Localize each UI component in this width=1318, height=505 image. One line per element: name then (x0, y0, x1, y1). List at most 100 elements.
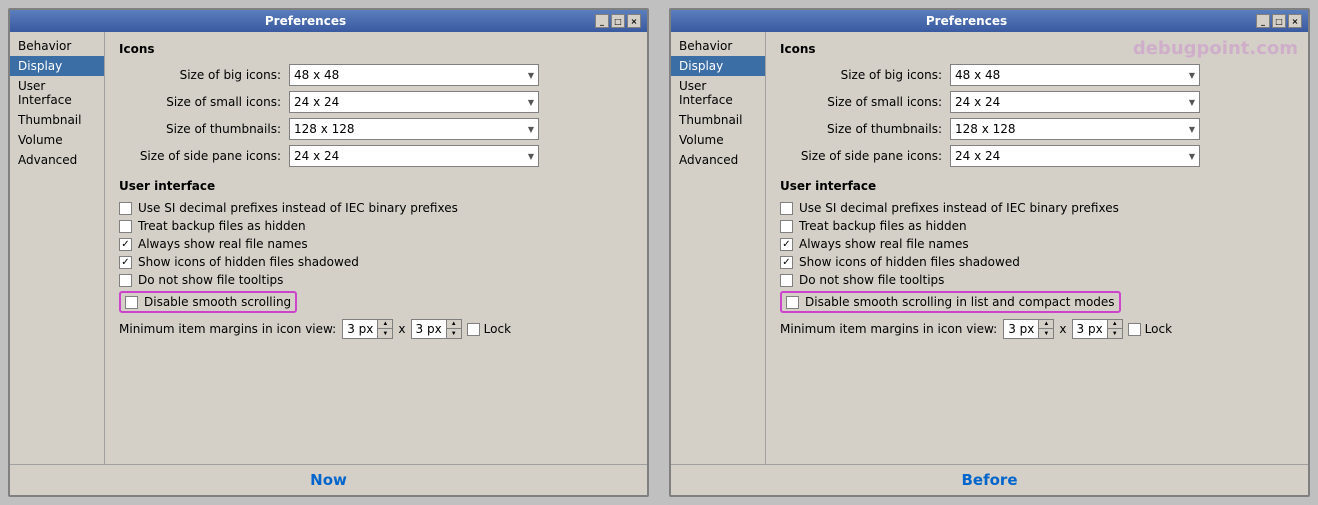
now-lock-row: Lock (467, 322, 511, 336)
now-select-small-icons-arrow: ▼ (528, 98, 534, 107)
now-select-thumbnails[interactable]: 128 x 128 ▼ (289, 118, 539, 140)
minimize-button[interactable]: _ (595, 14, 609, 28)
now-highlight-box: Disable smooth scrolling (119, 291, 297, 313)
before-checkbox-hidden-shadow-box[interactable] (780, 256, 793, 269)
now-checkbox-smooth-row: Disable smooth scrolling (119, 291, 633, 313)
before-label-big-icons: Size of big icons: (780, 68, 950, 82)
now-checkbox-hidden-shadow-label: Show icons of hidden files shadowed (138, 255, 359, 269)
now-checkbox-smooth-box[interactable] (125, 296, 138, 309)
now-select-side-pane[interactable]: 24 x 24 ▼ (289, 145, 539, 167)
now-select-small-icons[interactable]: 24 x 24 ▼ (289, 91, 539, 113)
before-title: Preferences (677, 14, 1256, 28)
maximize-button[interactable]: □ (611, 14, 625, 28)
now-checkbox-si-box[interactable] (119, 202, 132, 215)
now-window: Preferences _ □ × Behavior Display User … (8, 8, 649, 497)
now-field-small-icons: Size of small icons: 24 x 24 ▼ (119, 91, 633, 113)
now-spin1-down[interactable]: ▼ (378, 329, 392, 338)
before-sidebar-item-behavior[interactable]: Behavior (671, 36, 765, 56)
before-checkbox-backup: Treat backup files as hidden (780, 219, 1294, 233)
before-label-small-icons: Size of small icons: (780, 95, 950, 109)
sidebar-item-volume[interactable]: Volume (10, 130, 104, 150)
before-checkbox-smooth-box[interactable] (786, 296, 799, 309)
main-container: Preferences _ □ × Behavior Display User … (0, 0, 1318, 505)
now-lock-label: Lock (484, 322, 511, 336)
close-button[interactable]: × (627, 14, 641, 28)
now-spin2-arrows: ▲ ▼ (446, 320, 461, 338)
before-select-thumbnails-arrow: ▼ (1189, 125, 1195, 134)
before-titlebar: Preferences _ □ × (671, 10, 1308, 32)
now-checkbox-real-names-label: Always show real file names (138, 237, 308, 251)
before-titlebar-buttons[interactable]: _ □ × (1256, 14, 1302, 28)
before-label-thumbnails: Size of thumbnails: (780, 122, 950, 136)
now-checkbox-si-label: Use SI decimal prefixes instead of IEC b… (138, 201, 458, 215)
before-checkbox-tooltips-label: Do not show file tooltips (799, 273, 944, 287)
before-select-big-icons[interactable]: 48 x 48 ▼ (950, 64, 1200, 86)
now-spin2-down[interactable]: ▼ (447, 329, 461, 338)
before-checkbox-real-names-label: Always show real file names (799, 237, 969, 251)
before-checkbox-tooltips: Do not show file tooltips (780, 273, 1294, 287)
now-x-label: x (398, 322, 405, 336)
before-spin1[interactable]: 3 px ▲ ▼ (1003, 319, 1054, 339)
sidebar-item-behavior[interactable]: Behavior (10, 36, 104, 56)
before-field-big-icons: Size of big icons: 48 x 48 ▼ (780, 64, 1294, 86)
now-icons-section: Icons Size of big icons: 48 x 48 ▼ Size … (119, 42, 633, 167)
sidebar-item-advanced[interactable]: Advanced (10, 150, 104, 170)
before-checkbox-si: Use SI decimal prefixes instead of IEC b… (780, 201, 1294, 215)
now-spin2-value: 3 px (412, 322, 446, 336)
now-checkbox-tooltips-box[interactable] (119, 274, 132, 287)
before-sidebar-item-display[interactable]: Display (671, 56, 765, 76)
before-spin2-up[interactable]: ▲ (1108, 320, 1122, 329)
now-margins-row: Minimum item margins in icon view: 3 px … (119, 319, 633, 339)
before-close-button[interactable]: × (1288, 14, 1302, 28)
now-label-side-pane: Size of side pane icons: (119, 149, 289, 163)
now-select-big-icons[interactable]: 48 x 48 ▼ (289, 64, 539, 86)
sidebar-item-thumbnail[interactable]: Thumbnail (10, 110, 104, 130)
before-spin2[interactable]: 3 px ▲ ▼ (1072, 319, 1123, 339)
before-icons-section: Icons Size of big icons: 48 x 48 ▼ Size … (780, 42, 1294, 167)
now-spin2-up[interactable]: ▲ (447, 320, 461, 329)
before-margins-row: Minimum item margins in icon view: 3 px … (780, 319, 1294, 339)
now-field-big-icons: Size of big icons: 48 x 48 ▼ (119, 64, 633, 86)
before-select-big-icons-value: 48 x 48 (955, 68, 1000, 82)
before-lock-checkbox[interactable] (1128, 323, 1141, 336)
before-maximize-button[interactable]: □ (1272, 14, 1286, 28)
before-checkbox-real-names-box[interactable] (780, 238, 793, 251)
now-checkbox-backup-label: Treat backup files as hidden (138, 219, 306, 233)
before-lock-label: Lock (1145, 322, 1172, 336)
before-sidebar-item-advanced[interactable]: Advanced (671, 150, 765, 170)
before-spin1-up[interactable]: ▲ (1039, 320, 1053, 329)
now-spin2[interactable]: 3 px ▲ ▼ (411, 319, 462, 339)
now-titlebar-buttons[interactable]: _ □ × (595, 14, 641, 28)
sidebar-item-user-interface[interactable]: User Interface (10, 76, 104, 110)
sidebar-item-display[interactable]: Display (10, 56, 104, 76)
now-lock-checkbox[interactable] (467, 323, 480, 336)
before-spin2-down[interactable]: ▼ (1108, 329, 1122, 338)
before-checkbox-backup-box[interactable] (780, 220, 793, 233)
now-content: Icons Size of big icons: 48 x 48 ▼ Size … (105, 32, 647, 464)
now-checkbox-backup-box[interactable] (119, 220, 132, 233)
now-select-thumbnails-value: 128 x 128 (294, 122, 355, 136)
before-sidebar-item-volume[interactable]: Volume (671, 130, 765, 150)
now-spin1[interactable]: 3 px ▲ ▼ (342, 319, 393, 339)
before-select-side-pane[interactable]: 24 x 24 ▼ (950, 145, 1200, 167)
now-select-big-icons-value: 48 x 48 (294, 68, 339, 82)
before-spin2-value: 3 px (1073, 322, 1107, 336)
now-spin1-arrows: ▲ ▼ (377, 320, 392, 338)
now-checkbox-real-names-box[interactable] (119, 238, 132, 251)
before-select-thumbnails[interactable]: 128 x 128 ▼ (950, 118, 1200, 140)
before-sidebar-item-thumbnail[interactable]: Thumbnail (671, 110, 765, 130)
before-spin1-down[interactable]: ▼ (1039, 329, 1053, 338)
now-label-big-icons: Size of big icons: (119, 68, 289, 82)
before-checkbox-si-box[interactable] (780, 202, 793, 215)
now-label-thumbnails: Size of thumbnails: (119, 122, 289, 136)
before-highlight-box: Disable smooth scrolling in list and com… (780, 291, 1121, 313)
before-sidebar-item-user-interface[interactable]: User Interface (671, 76, 765, 110)
before-ui-title: User interface (780, 179, 1294, 193)
before-minimize-button[interactable]: _ (1256, 14, 1270, 28)
before-select-small-icons[interactable]: 24 x 24 ▼ (950, 91, 1200, 113)
now-checkbox-hidden-shadow-box[interactable] (119, 256, 132, 269)
now-spin1-up[interactable]: ▲ (378, 320, 392, 329)
now-checkbox-si: Use SI decimal prefixes instead of IEC b… (119, 201, 633, 215)
now-select-side-pane-arrow: ▼ (528, 152, 534, 161)
before-checkbox-tooltips-box[interactable] (780, 274, 793, 287)
